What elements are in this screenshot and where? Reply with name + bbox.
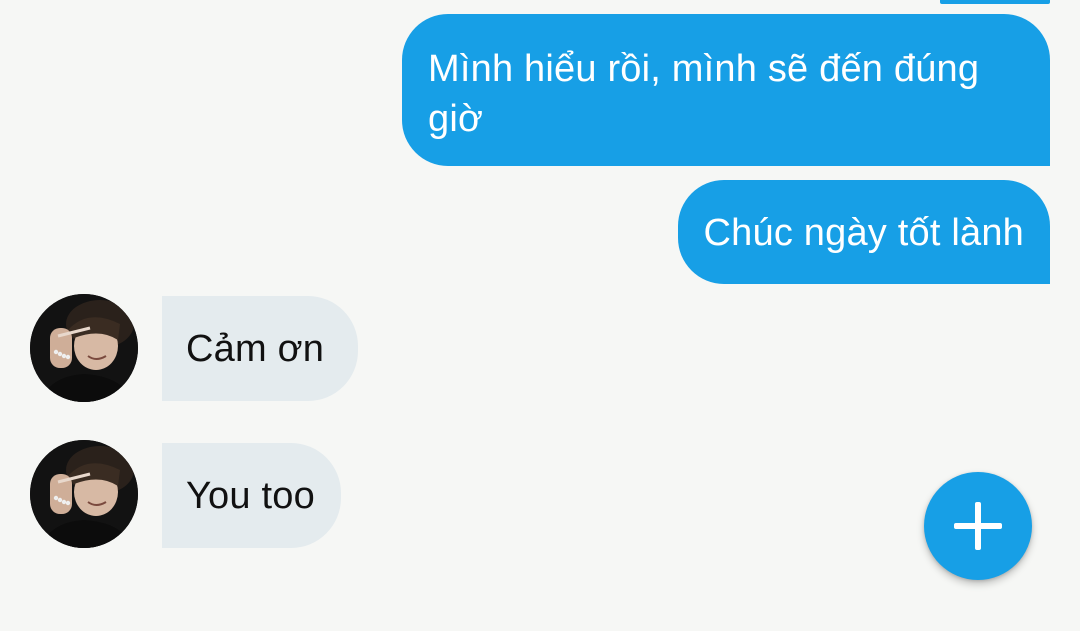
message-text: Cảm ơn xyxy=(186,328,325,370)
outgoing-message-bubble[interactable]: Chúc ngày tốt lành xyxy=(677,180,1050,284)
chat-thread[interactable]: Mình hiểu rồi, mình sẽ đến đúng giờ Chúc… xyxy=(0,0,1080,631)
incoming-message-bubble[interactable]: Cảm ơn xyxy=(162,296,359,401)
message-text: Mình hiểu rồi, mình sẽ đến đúng giờ xyxy=(428,48,980,140)
message-text: Chúc ngày tốt lành xyxy=(703,212,1024,254)
contact-avatar[interactable] xyxy=(30,294,138,402)
contact-avatar[interactable] xyxy=(30,440,138,548)
message-text: You too xyxy=(186,475,315,517)
plus-icon xyxy=(954,502,1002,550)
previous-message-bubble-edge xyxy=(940,0,1050,4)
add-button[interactable] xyxy=(924,472,1032,580)
outgoing-message-bubble[interactable]: Mình hiểu rồi, mình sẽ đến đúng giờ xyxy=(402,14,1050,166)
incoming-message-bubble[interactable]: You too xyxy=(162,443,341,548)
